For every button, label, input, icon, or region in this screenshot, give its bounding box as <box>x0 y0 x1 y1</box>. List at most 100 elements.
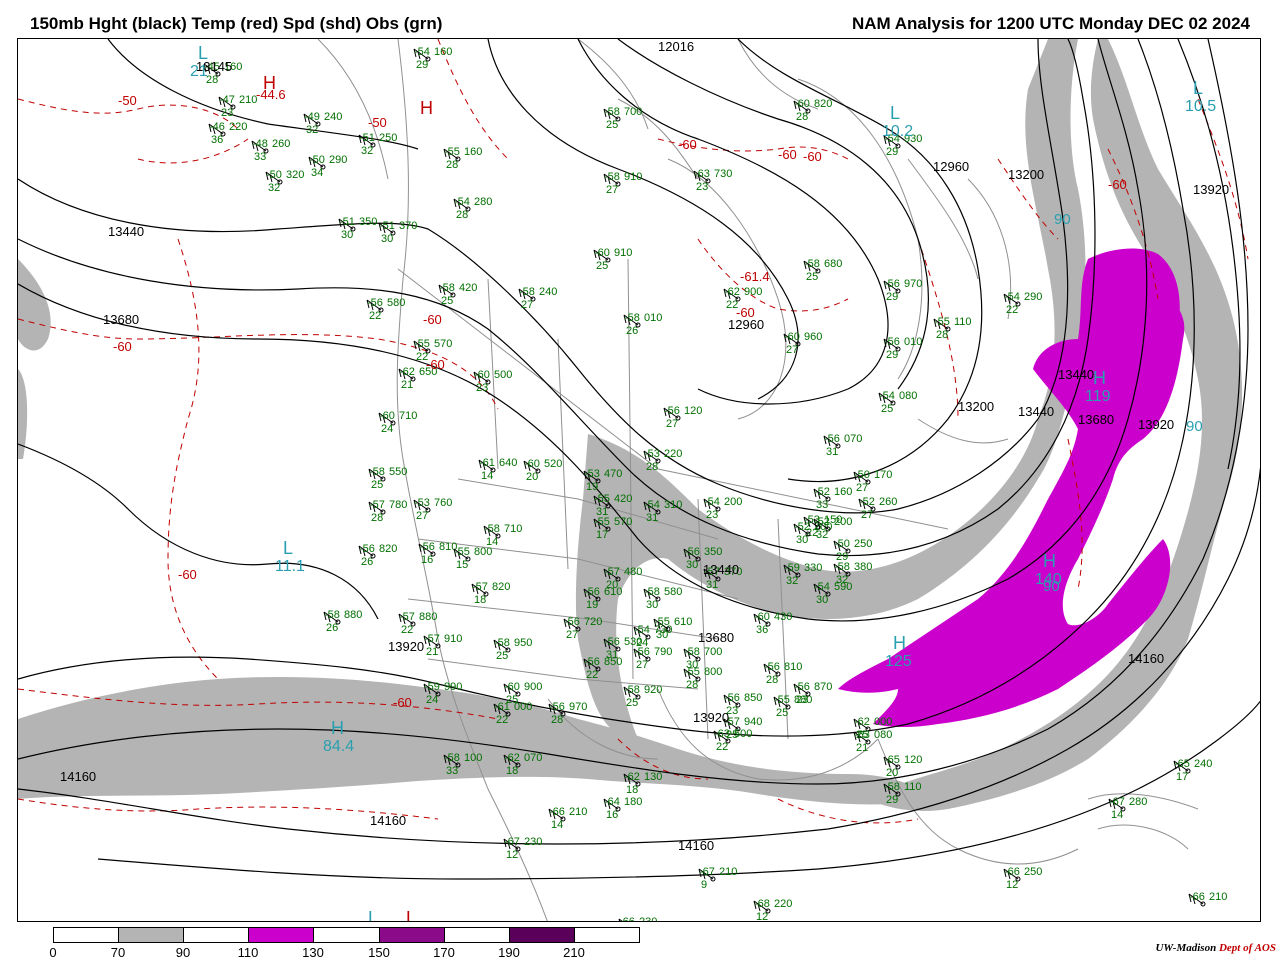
obs-height: 110 <box>954 316 972 328</box>
obs-height: 230 <box>524 836 542 848</box>
station-plot: -58 71014 <box>483 523 522 548</box>
height-contour-label: 13680 <box>1078 412 1114 427</box>
station-plot: -65 240 17 <box>1173 758 1212 783</box>
obs-height: 000 <box>874 716 892 728</box>
obs-dewpoint-depression: 14 <box>551 819 563 831</box>
obs-height: 710 <box>504 523 522 535</box>
station-plot: -53 220 28 <box>643 448 682 473</box>
obs-temperature: -56 <box>824 433 840 445</box>
obs-dewpoint-depression: 25 <box>596 260 608 272</box>
obs-height: 880 <box>344 609 362 621</box>
center-marker-letter: H <box>331 718 344 738</box>
obs-height: 810 <box>784 661 802 673</box>
map-title: 150mb Hght (black) Temp (red) Spd (shd) … <box>30 14 443 33</box>
obs-height: 250 <box>379 132 397 144</box>
station-plot: -56 120 27 <box>663 405 702 430</box>
obs-temperature: -54 <box>1004 291 1020 303</box>
station-plot: -68 220 12 <box>753 898 792 921</box>
height-contour-label: 13440 <box>108 224 144 239</box>
obs-dewpoint-depression: 25 <box>371 479 383 491</box>
obs-dewpoint-depression: 23 <box>796 694 808 706</box>
obs-height: 420 <box>614 493 632 505</box>
obs-dewpoint-depression: 19 <box>586 481 598 493</box>
station-plot: -50 320 32 <box>265 169 304 194</box>
obs-temperature: -63 <box>714 728 730 740</box>
temperature-contour-label: -60 <box>678 137 697 152</box>
obs-dewpoint-depression: 25 <box>606 119 618 131</box>
center-marker-value: 84.4 <box>323 738 354 755</box>
obs-height: 250 <box>854 538 872 550</box>
station-plot: -65 220 <box>524 921 562 922</box>
height-contour-label: 13920 <box>388 639 424 654</box>
obs-height: 430 <box>774 611 792 623</box>
obs-temperature: -56 <box>884 336 900 348</box>
temperature-contour-label: -60 <box>426 357 445 372</box>
obs-temperature: -54 <box>879 390 895 402</box>
obs-height: 500 <box>734 728 752 740</box>
obs-height: 200 <box>724 496 742 508</box>
obs-dewpoint-depression: 28 <box>686 679 698 691</box>
obs-dewpoint-depression: 31 <box>826 446 838 458</box>
center-marker-value: 125 <box>885 653 912 670</box>
obs-dewpoint-depression: 28 <box>446 159 458 171</box>
station-plot: -66 230 <box>618 916 657 922</box>
obs-dewpoint-depression: 14 <box>1111 809 1123 821</box>
obs-temperature: -57 <box>604 566 620 578</box>
station-plot: -56 820 26 <box>358 543 397 568</box>
station-plot: -55 800 28 <box>683 666 722 691</box>
obs-temperature: -55 <box>684 666 700 678</box>
station-plot: -56 81016 <box>418 541 457 566</box>
obs-dewpoint-depression: 12 <box>506 849 518 861</box>
obs-dewpoint-depression: 30 <box>646 599 658 611</box>
obs-temperature: -62 <box>399 366 415 378</box>
obs-dewpoint-depression: 33 <box>446 765 458 777</box>
obs-height: 160 <box>834 486 852 498</box>
obs-temperature: -54 <box>644 499 660 511</box>
obs-dewpoint-depression: 22 <box>1006 304 1018 316</box>
obs-dewpoint-depression: 28 <box>551 714 563 726</box>
obs-dewpoint-depression: 29 <box>886 146 898 158</box>
obs-height: 120 <box>684 405 702 417</box>
obs-height: 120 <box>904 754 922 766</box>
station-plot: -67 230 12 <box>503 836 542 861</box>
speed-contour-label: 90 <box>1186 418 1203 435</box>
obs-dewpoint-depression: 23 <box>696 181 708 193</box>
obs-dewpoint-depression: 31 <box>706 579 718 591</box>
obs-temperature: -65 <box>524 921 540 922</box>
obs-temperature: -55 <box>934 316 950 328</box>
obs-dewpoint-depression: 28 <box>936 329 948 341</box>
obs-temperature: -54 <box>454 196 470 208</box>
obs-height: 280 <box>474 196 492 208</box>
obs-height: 470 <box>604 468 622 480</box>
obs-temperature: -54 <box>414 46 430 58</box>
obs-temperature: -62 <box>854 716 870 728</box>
station-plot: -55 800 15 <box>453 546 492 571</box>
obs-temperature: -52 <box>794 521 810 533</box>
obs-height: 920 <box>644 684 662 696</box>
station-plot: -60 520 20 <box>523 458 562 483</box>
station-plot: -55 610 30 <box>653 616 692 641</box>
obs-dewpoint-depression: 27 <box>521 299 533 311</box>
obs-temperature: -58 <box>519 286 535 298</box>
colorbar-tick: 150 <box>368 945 390 960</box>
obs-temperature: -66 <box>619 916 635 922</box>
obs-dewpoint-depression: 28 <box>646 461 658 473</box>
obs-temperature: -55 <box>654 616 670 628</box>
station-plot: -66 210 <box>1188 891 1227 907</box>
obs-height: 970 <box>904 278 922 290</box>
obs-dewpoint-depression: 29 <box>886 794 898 806</box>
obs-height: 820 <box>379 543 397 555</box>
center-marker-letter: L <box>283 538 293 558</box>
obs-dewpoint-depression: 27 <box>416 510 428 522</box>
obs-temperature: -66 <box>1189 891 1205 903</box>
obs-height: 700 <box>624 106 642 118</box>
obs-height: 900 <box>744 286 762 298</box>
obs-height: 010 <box>904 336 922 348</box>
obs-temperature: -67 <box>504 836 520 848</box>
obs-height: 720 <box>584 616 602 628</box>
obs-temperature: -55 <box>594 493 610 505</box>
center-marker-value: 21 <box>190 63 208 80</box>
temperature-contour-label: -50 <box>368 115 387 130</box>
obs-dewpoint-depression: 30 <box>341 229 353 241</box>
obs-dewpoint-depression: 17 <box>1176 771 1188 783</box>
